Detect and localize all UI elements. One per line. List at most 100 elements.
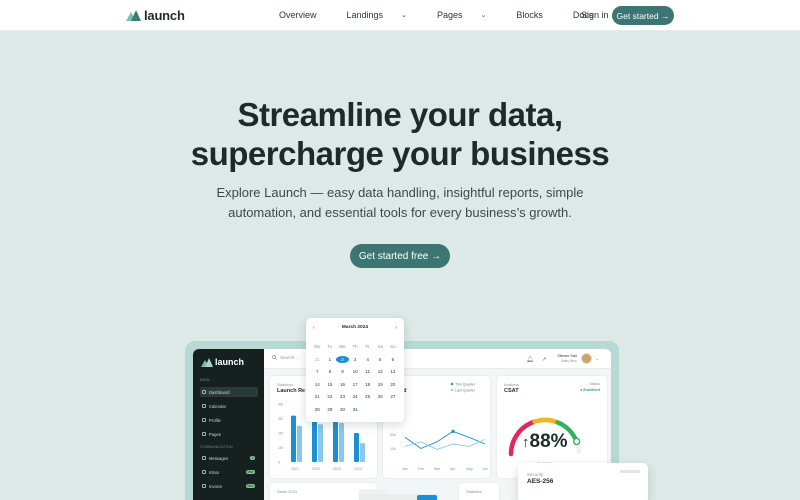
period-tabs[interactable] xyxy=(359,494,439,500)
y-tick-label: 4M xyxy=(278,403,283,407)
calendar-day[interactable]: 5 xyxy=(374,356,387,363)
sidebar-item-label: Inbox xyxy=(209,469,220,475)
calendar-day[interactable]: 22 xyxy=(324,393,337,400)
calendar-day[interactable]: 11 xyxy=(361,368,374,375)
calendar-day[interactable]: 7 xyxy=(311,368,324,375)
calendar-day[interactable]: 13 xyxy=(387,368,400,375)
bell-icon[interactable]: 🔔︎ xyxy=(526,356,534,363)
hero-title: Streamline your data, supercharge your b… xyxy=(0,95,800,173)
x-tick-label: 2023 xyxy=(333,467,341,471)
calendar-icon xyxy=(202,404,206,408)
get-started-button[interactable]: Get started → xyxy=(612,6,674,25)
date-picker-popup: ‹ March 2024 › Mo Tu We Th Fr Sa Su 31 1 2 3 4 5 6 7 8 9… xyxy=(306,318,404,422)
calendar-day[interactable]: 1 xyxy=(324,356,337,363)
hero-subtitle-line-1: Explore Launch — easy data handling, ins… xyxy=(216,185,584,200)
calendar-day[interactable]: 18 xyxy=(361,381,374,388)
calendar-day[interactable]: 26 xyxy=(374,393,387,400)
bar xyxy=(354,433,359,462)
calendar-day[interactable]: 24 xyxy=(349,393,362,400)
statistics-card-2: Statistics xyxy=(459,483,499,500)
calendar-day[interactable]: 31 xyxy=(349,406,362,413)
nav-item-blocks[interactable]: Blocks xyxy=(516,10,558,20)
preview-search[interactable]: Search... xyxy=(272,355,298,360)
sidebar-item-profile[interactable]: Profile xyxy=(200,415,258,425)
chevron-down-icon: ⌄ xyxy=(401,12,407,19)
bar xyxy=(318,424,323,462)
calendar-day[interactable]: 28 xyxy=(311,406,324,413)
calendar-day[interactable]: 27 xyxy=(387,393,400,400)
hero-title-line-2: supercharge your business xyxy=(190,135,610,172)
hero-subtitle-line-2: automation, and essential tools for ever… xyxy=(228,205,572,220)
sign-in-link[interactable]: Sign in xyxy=(581,10,609,20)
nav-item-landings[interactable]: Landings ⌄ xyxy=(347,10,422,20)
calendar-day[interactable]: 29 xyxy=(324,406,337,413)
calendar-day[interactable]: 4 xyxy=(361,356,374,363)
calendar-day[interactable]: 15 xyxy=(324,381,337,388)
search-icon xyxy=(272,355,277,360)
calendar-day[interactable]: 3 xyxy=(349,356,362,363)
preview-brand-name: launch xyxy=(215,357,245,367)
bar xyxy=(339,422,344,462)
sidebar-item-pages[interactable]: Pages xyxy=(200,429,258,439)
sidebar-item-calendar[interactable]: Calendar xyxy=(200,401,258,411)
brand-logo[interactable]: launch xyxy=(126,8,185,23)
calendar-day[interactable]: 6 xyxy=(387,356,400,363)
calendar-weekday: We xyxy=(339,344,346,349)
nav-item-pages[interactable]: Pages ⌄ xyxy=(437,10,501,20)
calendar-day[interactable]: 10 xyxy=(349,368,362,375)
sidebar-item-inbox[interactable]: Inbox New xyxy=(200,467,258,477)
series-line xyxy=(404,430,486,449)
calendar-day[interactable]: 31 xyxy=(311,356,324,363)
calendar-day[interactable]: 9 xyxy=(336,368,349,375)
calendar-day[interactable]: 19 xyxy=(374,381,387,388)
nav-item-overview[interactable]: Overview xyxy=(279,10,332,20)
sidebar-item-messages[interactable]: Messages 6 xyxy=(200,453,258,463)
calendar-day[interactable]: 17 xyxy=(349,381,362,388)
topbar-icons: 🔔︎ ↗ xyxy=(526,356,547,363)
bar xyxy=(360,443,365,462)
calendar-day[interactable]: 8 xyxy=(324,368,337,375)
calendar-day[interactable]: 12 xyxy=(374,368,387,375)
launch-logo-icon xyxy=(201,357,213,367)
x-tick-label: Jun xyxy=(482,467,488,471)
grid-icon xyxy=(202,390,206,394)
calendar-day[interactable]: 16 xyxy=(336,381,349,388)
launch-logo-icon xyxy=(126,10,141,21)
calendar-day[interactable]: 25 xyxy=(361,393,374,400)
sidebar-item-label: Profile xyxy=(209,417,221,423)
gauge-segment xyxy=(532,417,560,425)
sidebar-item-invoice[interactable]: Invoice New xyxy=(200,481,258,491)
chevron-right-icon[interactable]: › xyxy=(395,325,397,331)
calendar-day[interactable]: 20 xyxy=(387,381,400,388)
message-icon xyxy=(202,456,206,460)
calendar-weekday: Th xyxy=(352,344,358,349)
invoice-icon xyxy=(202,484,206,488)
y-tick-label: 2M xyxy=(278,432,283,436)
calendar-day[interactable]: 23 xyxy=(336,393,349,400)
sidebar-item-label: Pages xyxy=(209,431,221,437)
calendar-month: March 2024 xyxy=(341,325,369,330)
share-icon[interactable]: ↗ xyxy=(542,356,547,363)
bar xyxy=(291,415,296,462)
top-navigation: launch Overview Landings ⌄ Pages ⌄ Blocks Docs… xyxy=(0,0,800,31)
calendar-weekday: Fr xyxy=(365,344,370,349)
sidebar-item-label: Calendar xyxy=(209,403,226,409)
user-role: Sales Hero xyxy=(560,358,577,363)
sidebar-badge: New xyxy=(245,470,255,474)
sidebar-section-main: MAIN xyxy=(200,378,210,382)
calendar-day[interactable]: 30 xyxy=(336,406,349,413)
calendar-day[interactable]: 14 xyxy=(311,381,324,388)
user-menu[interactable]: Steven Sail Sales Hero ⌄ xyxy=(557,353,599,364)
nav-item-label: Blocks xyxy=(516,10,543,20)
calendar-day[interactable]: 21 xyxy=(311,393,324,400)
security-label: Security xyxy=(527,472,544,477)
get-started-free-button[interactable]: Get started free → xyxy=(350,244,450,268)
calendar-day-selected[interactable]: 2 xyxy=(336,355,349,363)
period-tab-active[interactable] xyxy=(417,495,437,500)
security-card: Security AES-256 xyxy=(518,463,648,500)
sidebar-item-dashboard[interactable]: Dashboard xyxy=(200,387,258,397)
brand-name: launch xyxy=(144,8,185,23)
sidebar-section-communication: COMMUNICATION xyxy=(200,445,233,449)
data-point-highlight xyxy=(451,429,455,433)
sidebar-badge: 6 xyxy=(250,456,255,460)
